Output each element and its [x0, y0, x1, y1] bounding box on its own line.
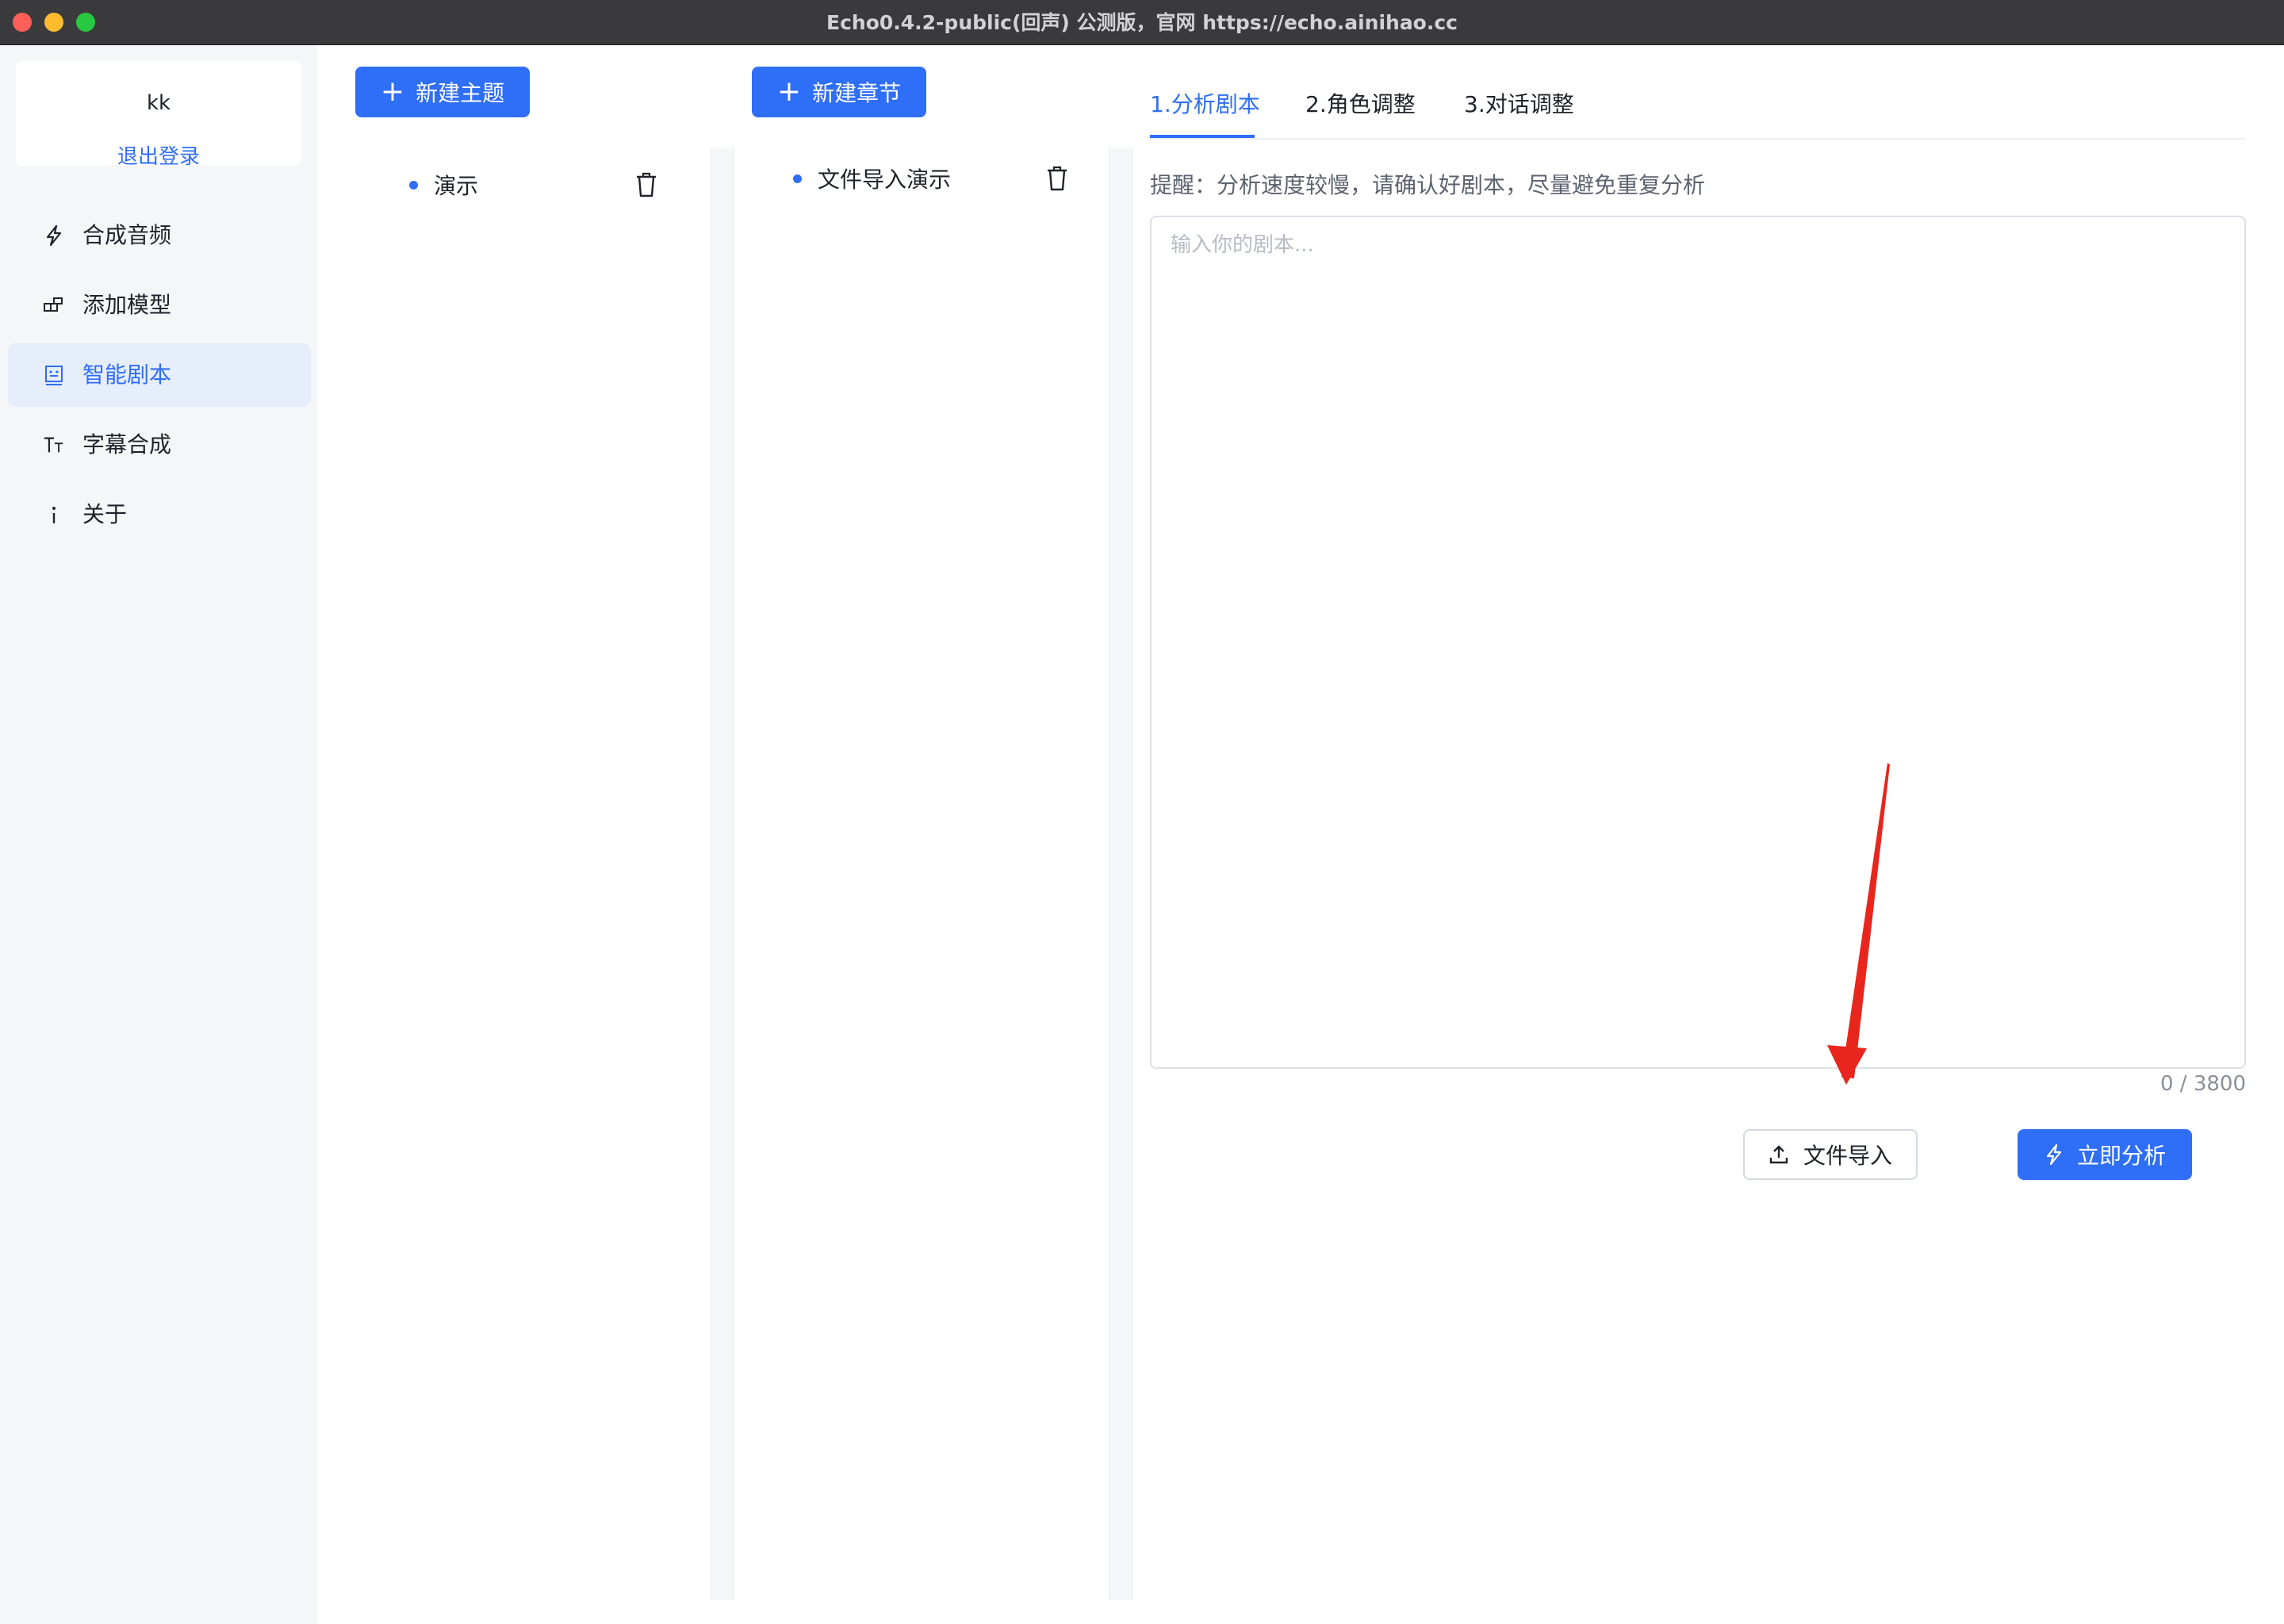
column-divider[interactable] — [1109, 147, 1132, 1600]
file-import-label: 文件导入 — [1803, 1143, 1892, 1169]
new-topic-button[interactable]: + 新建主题 — [355, 67, 530, 117]
new-topic-label: 新建主题 — [416, 80, 505, 106]
annotation-arrow — [1827, 763, 1890, 1085]
bullet-icon — [409, 180, 418, 190]
sidebar-item-subtitles[interactable]: 字幕合成 — [8, 413, 311, 477]
tab-analyze-script[interactable]: 1.分析剧本 — [1150, 87, 1260, 119]
user-name: kk — [146, 91, 171, 115]
sidebar-item-label: 智能剧本 — [82, 362, 172, 388]
lightning-icon — [2046, 1143, 2062, 1166]
column-divider[interactable] — [711, 147, 734, 1600]
analysis-notice: 提醒：分析速度较慢，请确认好剧本，尽量避免重复分析 — [1150, 172, 1706, 198]
script-icon — [43, 364, 65, 386]
sidebar-item-label: 关于 — [82, 501, 128, 527]
analyze-now-label: 立即分析 — [2076, 1143, 2166, 1169]
character-counter: 0 / 3800 — [2160, 1072, 2246, 1096]
new-chapter-button[interactable]: + 新建章节 — [752, 67, 926, 117]
text-size-icon — [43, 434, 65, 456]
active-tab-indicator — [1150, 135, 1255, 138]
info-icon — [43, 504, 65, 526]
sidebar-item-label: 字幕合成 — [82, 431, 172, 458]
window-title: Echo0.4.2-public(回声) 公测版，官网 https://echo… — [826, 11, 1458, 34]
user-card: kk 退出登录 — [16, 61, 301, 169]
chapter-label: 文件导入演示 — [818, 167, 952, 193]
sidebar-item-synthesize-audio[interactable]: 合成音频 — [8, 204, 311, 267]
plus-icon: + — [776, 75, 802, 108]
trash-icon[interactable] — [634, 171, 658, 198]
title-bar: Echo0.4.2-public(回声) 公测版，官网 https://echo… — [0, 0, 2284, 45]
sidebar: kk 退出登录 合成音频 添加模型 智能剧本 字幕合成 关于 — [0, 45, 317, 1624]
model-blocks-icon — [43, 294, 65, 316]
bullet-icon — [793, 174, 802, 183]
sidebar-item-add-model[interactable]: 添加模型 — [8, 274, 311, 337]
new-chapter-label: 新建章节 — [812, 80, 902, 106]
trash-icon[interactable] — [1045, 165, 1069, 192]
script-textarea[interactable] — [1150, 216, 2246, 1069]
tab-role-adjust[interactable]: 2.角色调整 — [1305, 87, 1416, 119]
chapter-list-item[interactable]: 文件导入演示 — [793, 159, 951, 198]
sidebar-item-smart-script[interactable]: 智能剧本 — [8, 343, 311, 407]
step-tabs: 1.分析剧本 2.角色调整 3.对话调整 — [1150, 76, 2246, 140]
tab-dialogue-adjust[interactable]: 3.对话调整 — [1464, 87, 1574, 119]
sidebar-item-about[interactable]: 关于 — [8, 483, 311, 546]
upload-icon — [1769, 1145, 1788, 1164]
sidebar-item-label: 添加模型 — [82, 292, 172, 318]
analyze-now-button[interactable]: 立即分析 — [2018, 1129, 2192, 1180]
topic-list-item[interactable]: 演示 — [409, 165, 478, 205]
topic-label: 演示 — [434, 173, 479, 199]
sidebar-item-label: 合成音频 — [82, 222, 172, 248]
lightning-icon — [43, 224, 65, 247]
file-import-button[interactable]: 文件导入 — [1743, 1129, 1918, 1180]
plus-icon: + — [380, 75, 405, 108]
logout-link[interactable]: 退出登录 — [16, 140, 301, 170]
